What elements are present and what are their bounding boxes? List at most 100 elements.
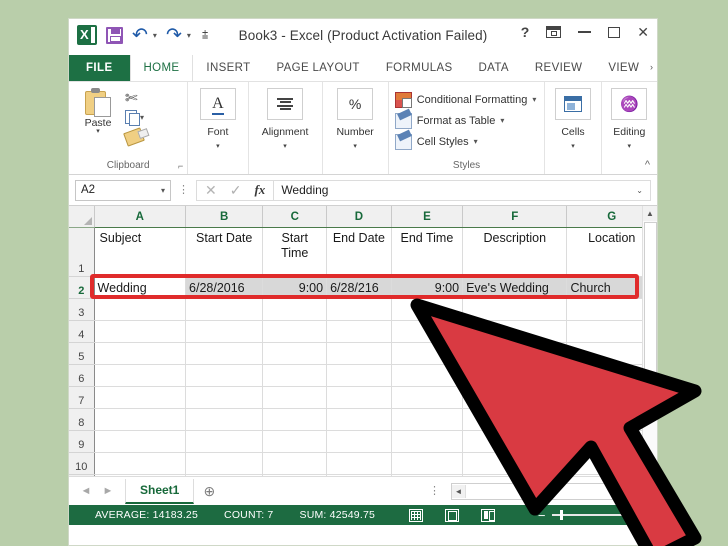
cell-f3[interactable] xyxy=(462,298,568,321)
add-sheet-icon[interactable]: ⊕ xyxy=(194,483,224,500)
cell-d9[interactable] xyxy=(326,430,392,453)
tab-page-layout[interactable]: PAGE LAYOUT xyxy=(264,55,373,81)
horizontal-scrollbar[interactable]: ◄ xyxy=(451,482,653,500)
cell-e9[interactable] xyxy=(391,430,464,453)
select-all-corner[interactable] xyxy=(69,206,95,228)
paste-button[interactable]: Paste ▾ xyxy=(75,88,121,135)
insert-function-icon[interactable]: fx xyxy=(254,182,265,198)
cell-d4[interactable] xyxy=(326,320,392,343)
sheet-tab-more-icon[interactable]: ⋮ xyxy=(429,486,440,497)
row-header-7[interactable]: 7 xyxy=(69,386,95,409)
cell-c6[interactable] xyxy=(262,364,328,387)
copy-dropdown-icon[interactable]: ▾ xyxy=(140,113,144,122)
column-header-a[interactable]: A xyxy=(94,206,187,228)
minimize-button[interactable] xyxy=(578,25,592,39)
cell-d7[interactable] xyxy=(326,386,392,409)
cell-d5[interactable] xyxy=(326,342,392,365)
row-header-8[interactable]: 8 xyxy=(69,408,95,431)
format-as-table-button[interactable]: Format as Table ▾ xyxy=(394,111,504,130)
cell-e10[interactable] xyxy=(391,452,464,475)
column-header-e[interactable]: E xyxy=(391,206,464,228)
formula-input[interactable]: Wedding ⌄ xyxy=(274,179,651,201)
tab-overflow-icon[interactable]: › xyxy=(650,62,653,72)
cell-e5[interactable] xyxy=(391,342,464,365)
cell-b9[interactable] xyxy=(185,430,264,453)
expand-formula-bar-icon[interactable]: ⌄ xyxy=(636,186,643,195)
cell-e2[interactable]: 9:00 xyxy=(391,276,464,299)
cell-e4[interactable] xyxy=(391,320,464,343)
tab-insert[interactable]: INSERT xyxy=(193,55,263,81)
cells-button[interactable] xyxy=(555,88,592,120)
cell-d10[interactable] xyxy=(326,452,392,475)
zoom-in-icon[interactable]: + xyxy=(639,509,647,522)
cell-e3[interactable] xyxy=(391,298,464,321)
cell-a9[interactable] xyxy=(94,430,187,453)
tab-data[interactable]: DATA xyxy=(466,55,522,81)
row-header-1[interactable]: 1 xyxy=(69,227,95,277)
cell-b7[interactable] xyxy=(185,386,264,409)
cell-f2[interactable]: Eve's Wedding xyxy=(462,276,568,299)
font-button[interactable]: A xyxy=(199,88,236,120)
editing-button[interactable]: ♒ xyxy=(611,88,648,120)
sheet-tab-sheet1[interactable]: Sheet1 xyxy=(125,478,195,504)
cell-f4[interactable] xyxy=(462,320,568,343)
cell-d8[interactable] xyxy=(326,408,392,431)
name-box-dropdown-icon[interactable]: ▾ xyxy=(161,186,165,195)
copy-button[interactable]: ▾ xyxy=(125,109,144,126)
cell-f8[interactable] xyxy=(462,408,568,431)
font-caret-icon[interactable]: ▾ xyxy=(216,142,220,150)
cell-f7[interactable] xyxy=(462,386,568,409)
number-button[interactable]: % xyxy=(337,88,374,120)
enter-icon[interactable]: ✓ xyxy=(230,182,242,199)
cell-c8[interactable] xyxy=(262,408,328,431)
ribbon-display-options-icon[interactable] xyxy=(546,26,562,38)
row-header-9[interactable]: 9 xyxy=(69,430,95,453)
conditional-formatting-caret-icon[interactable]: ▾ xyxy=(532,95,536,104)
page-break-preview-icon[interactable] xyxy=(481,508,495,522)
tab-formulas[interactable]: FORMULAS xyxy=(373,55,466,81)
cell-b3[interactable] xyxy=(185,298,264,321)
close-button[interactable]: ✕ xyxy=(637,25,649,39)
name-box[interactable]: A2 ▾ xyxy=(75,179,171,201)
maximize-button[interactable] xyxy=(608,26,621,38)
row-header-2[interactable]: 2 xyxy=(69,276,95,299)
tab-view[interactable]: VIEW xyxy=(595,55,652,81)
cell-a7[interactable] xyxy=(94,386,187,409)
cell-c2[interactable]: 9:00 xyxy=(262,276,328,299)
scroll-up-icon[interactable]: ▲ xyxy=(643,206,657,221)
cancel-icon[interactable]: ✕ xyxy=(205,182,217,199)
cell-c3[interactable] xyxy=(262,298,328,321)
next-sheet-icon[interactable]: ► xyxy=(97,485,119,497)
cell-styles-button[interactable]: Cell Styles ▾ xyxy=(394,132,478,151)
cell-b4[interactable] xyxy=(185,320,264,343)
cell-d3[interactable] xyxy=(326,298,392,321)
help-icon[interactable]: ? xyxy=(521,25,530,39)
cell-d1[interactable]: End Date xyxy=(326,227,392,277)
cell-d2[interactable]: 6/28/216 xyxy=(326,276,392,299)
cell-a10[interactable] xyxy=(94,452,187,475)
cell-f10[interactable] xyxy=(462,452,568,475)
column-header-b[interactable]: B xyxy=(185,206,264,228)
cell-a1[interactable]: Subject xyxy=(94,227,187,277)
tab-review[interactable]: REVIEW xyxy=(522,55,595,81)
normal-view-icon[interactable] xyxy=(409,508,423,522)
cells-caret-icon[interactable]: ▾ xyxy=(571,142,575,150)
zoom-slider[interactable] xyxy=(552,510,633,520)
cell-c5[interactable] xyxy=(262,342,328,365)
row-header-6[interactable]: 6 xyxy=(69,364,95,387)
paste-caret-icon[interactable]: ▾ xyxy=(96,128,100,135)
alignment-button[interactable] xyxy=(267,88,304,120)
row-header-4[interactable]: 4 xyxy=(69,320,95,343)
cell-styles-caret-icon[interactable]: ▾ xyxy=(474,137,478,146)
cell-a4[interactable] xyxy=(94,320,187,343)
page-layout-view-icon[interactable] xyxy=(445,508,459,522)
column-header-d[interactable]: D xyxy=(326,206,392,228)
cell-a8[interactable] xyxy=(94,408,187,431)
conditional-formatting-button[interactable]: Conditional Formatting ▾ xyxy=(394,90,536,109)
cell-e7[interactable] xyxy=(391,386,464,409)
cell-c1[interactable]: Start Time xyxy=(262,227,328,277)
cell-f6[interactable] xyxy=(462,364,568,387)
cell-a5[interactable] xyxy=(94,342,187,365)
editing-caret-icon[interactable]: ▾ xyxy=(628,142,632,150)
cell-b8[interactable] xyxy=(185,408,264,431)
